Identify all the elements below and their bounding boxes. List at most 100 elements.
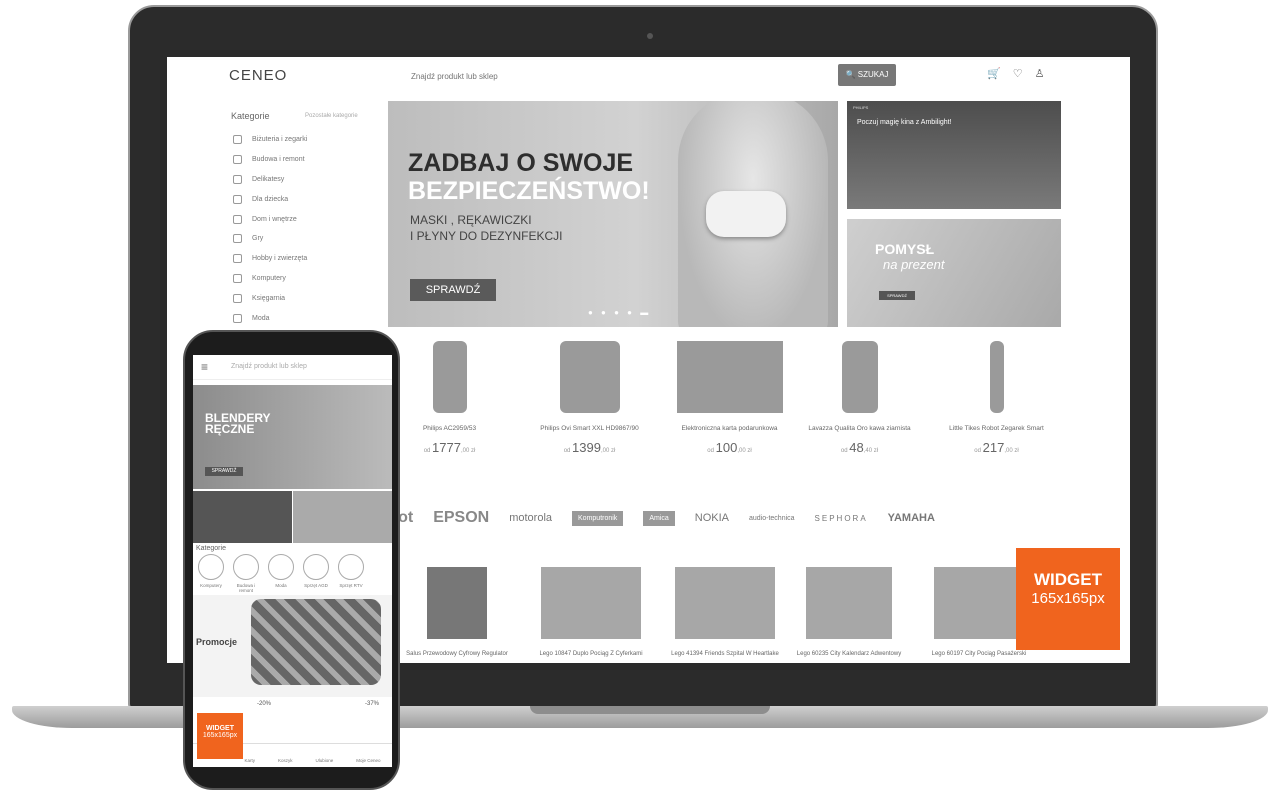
carousel-dots[interactable]: ● ● ● ● ▬: [588, 308, 651, 317]
phone-category[interactable]: Sprzęt AGD: [301, 554, 331, 593]
category-item[interactable]: Dla dziecka: [233, 189, 307, 209]
category-icon: [233, 273, 242, 283]
category-label: Księgarnia: [252, 294, 286, 302]
phone-promo-banner[interactable]: Promocje: [193, 595, 392, 697]
phone-banner-button[interactable]: SPRAWDŹ: [205, 467, 243, 476]
promo-text: Poczuj magię kina z Ambilight!: [857, 119, 952, 126]
brand-logo[interactable]: NOKIA: [695, 512, 729, 524]
hero-cta-button[interactable]: SPRAWDŹ: [410, 279, 496, 301]
promo-title: POMYSŁ: [875, 241, 935, 257]
phone-category[interactable]: Budowa i remont: [231, 554, 261, 593]
category-icon: [233, 174, 242, 184]
price-value: 100: [715, 440, 738, 455]
category-label: Budowa i remont: [252, 156, 305, 164]
brand-logo[interactable]: motorola: [509, 512, 552, 524]
promo-banner-philips[interactable]: PHILIPS Poczuj magię kina z Ambilight!: [847, 101, 1061, 209]
category-item[interactable]: Komputery: [233, 269, 307, 289]
category-circle-icon: [338, 554, 364, 580]
category-item[interactable]: Dom i wnętrze: [233, 209, 307, 229]
promo-banner-gift[interactable]: POMYSŁ na prezent SPRAWDŹ: [847, 219, 1061, 327]
search-input[interactable]: [411, 68, 826, 84]
face-mask-image: [706, 191, 786, 237]
product-image: [559, 341, 620, 413]
phone-banner[interactable]: BLENDERY RĘCZNE SPRAWDŹ: [193, 385, 392, 489]
category-item[interactable]: Biżuteria i zegarki: [233, 130, 307, 150]
nav-cart[interactable]: Koszyk: [278, 758, 293, 767]
brand-logo[interactable]: Komputronik: [572, 510, 624, 526]
category-item[interactable]: Gry: [233, 229, 307, 249]
promo-script: na prezent: [883, 257, 945, 272]
phone-mini-banner[interactable]: [293, 491, 392, 543]
category-circle-icon: [198, 554, 224, 580]
product-card[interactable]: Philips AC2959/53 od 1777,00 zł: [387, 341, 512, 455]
phone-search-bar[interactable]: ≡ Znajdź produkt lub sklep: [193, 355, 392, 380]
phone-category[interactable]: Sprzęt RTV: [336, 554, 366, 593]
product-card[interactable]: Philips Ovi Smart XXL HD9867/90 od 1399,…: [527, 341, 652, 455]
product-name: Lego 60235 City Kalendarz Adwentowy: [796, 651, 902, 657]
category-icon: [233, 293, 242, 303]
category-circle-icon: [268, 554, 294, 580]
sidebar-more-link[interactable]: Pozostałe kategorie: [305, 113, 358, 119]
product-price: od 1777,00 zł: [387, 440, 512, 455]
brand-strip: Robot EPSON motorola Komputronik Amica N…: [367, 509, 935, 527]
product-card[interactable]: Lego 41394 Friends Szpital W Heartlake: [665, 567, 785, 657]
hero-title-line2: BEZPIECZEŃSTWO!: [408, 177, 650, 205]
price-prefix: od: [563, 448, 571, 454]
nav-my-ceneo[interactable]: Moje Ceneo: [356, 758, 380, 767]
header-icons: 🛒♡♙: [987, 67, 1056, 80]
user-icon[interactable]: ♙: [1035, 68, 1057, 80]
phone-mini-banner[interactable]: [193, 491, 292, 543]
widget-title: WIDGET: [1034, 570, 1102, 589]
phone-banner-line2: RĘCZNE: [205, 422, 255, 436]
price-prefix: od: [974, 448, 981, 454]
category-item[interactable]: Księgarnia: [233, 288, 307, 308]
product-card[interactable]: Salus Przewodowy Cyfrowy Regulator: [397, 567, 517, 657]
product-image: [806, 567, 892, 639]
phone-category[interactable]: Komputery: [196, 554, 226, 593]
brand-logo[interactable]: EPSON: [433, 509, 489, 527]
product-card[interactable]: Lego 60235 City Kalendarz Adwentowy: [789, 567, 909, 657]
search-button[interactable]: 🔍 SZUKAJ: [838, 64, 896, 86]
hero-banner[interactable]: ZADBAJ O SWOJE BEZPIECZEŃSTWO! MASKI , R…: [388, 101, 838, 327]
phone-search-input[interactable]: Znajdź produkt lub sklep: [231, 363, 307, 370]
mockup-stage: CENEO 🔍 SZUKAJ 🛒♡♙ Kategorie Pozostałe k…: [0, 0, 1276, 793]
discount-badge: -37%: [365, 701, 380, 707]
brand-logo[interactable]: SEPHORA: [815, 514, 868, 523]
heart-icon[interactable]: ♡: [1013, 68, 1035, 80]
laptop-notch: [530, 706, 770, 714]
menu-icon[interactable]: ≡: [201, 360, 208, 374]
category-icon: [233, 214, 242, 224]
nav-favorites[interactable]: Ulubione: [315, 758, 333, 767]
product-card[interactable]: Elektroniczna karta podarunkowa od 100,0…: [667, 341, 792, 455]
category-icon: [233, 254, 242, 264]
brand-logo[interactable]: YAMAHA: [888, 512, 935, 524]
product-card[interactable]: Lavazza Qualita Oro kawa ziarnista od 48…: [797, 341, 922, 455]
category-item[interactable]: Delikatesy: [233, 170, 307, 190]
price-cents: ,00 zł: [1004, 448, 1019, 454]
product-image: [541, 567, 641, 639]
widget-placeholder: WIDGET 165x165px: [1016, 548, 1120, 650]
phone-promo-title: Promocje: [196, 637, 238, 647]
price-value: 1399: [572, 440, 601, 455]
phone-category-label: Moda: [275, 583, 287, 588]
promo-button[interactable]: SPRAWDŹ: [879, 291, 915, 300]
product-name: Lego 10847 Duplo Pociąg Z Cyferkami: [539, 651, 643, 657]
category-item[interactable]: Moda: [233, 308, 307, 328]
product-card[interactable]: Lego 10847 Duplo Pociąg Z Cyferkami: [531, 567, 651, 657]
category-item[interactable]: Hobby i zwierzęta: [233, 249, 307, 269]
category-item[interactable]: Budowa i remont: [233, 150, 307, 170]
category-label: Moda: [252, 314, 270, 322]
category-list: Biżuteria i zegarki Budowa i remont Deli…: [233, 130, 307, 328]
cart-icon[interactable]: 🛒: [987, 68, 1013, 80]
phone-category[interactable]: Moda: [266, 554, 296, 593]
site-logo[interactable]: CENEO: [229, 67, 287, 84]
product-card[interactable]: Little Tikes Robot Zegarek Smart od 217,…: [934, 341, 1059, 455]
sidebar-title: Kategorie: [231, 111, 270, 121]
product-name: Little Tikes Robot Zegarek Smart: [949, 425, 1044, 432]
brand-logo[interactable]: Amica: [643, 510, 675, 526]
nav-cards[interactable]: Karty: [244, 758, 255, 767]
brand-logo[interactable]: audio-technica: [749, 515, 795, 522]
category-icon: [233, 313, 242, 323]
price-cents: ,00 zł: [737, 448, 752, 454]
product-image: [934, 567, 1024, 639]
